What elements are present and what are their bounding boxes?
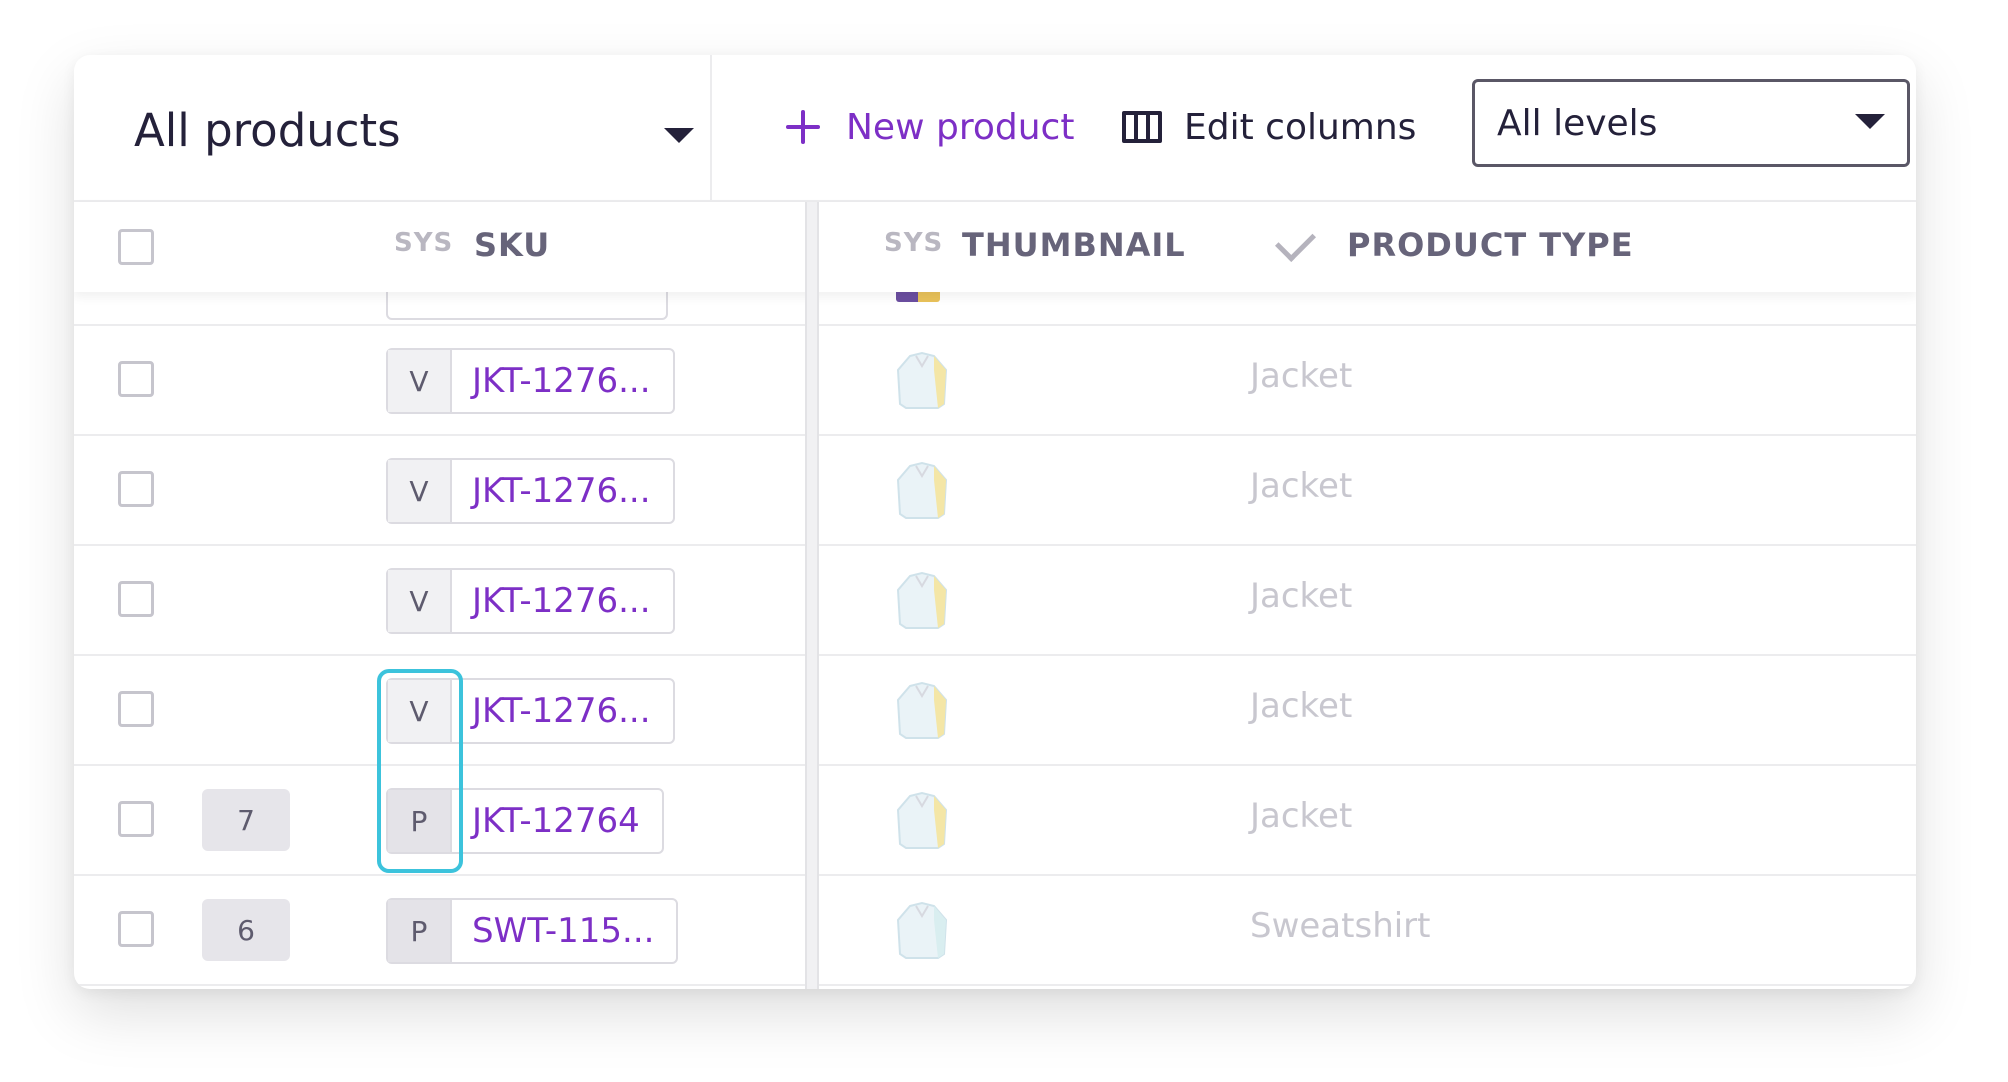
sku-level-tag: V [388, 460, 452, 522]
variant-count-badge: 6 [202, 899, 290, 961]
sku-code[interactable]: JKT-1276... [452, 350, 673, 412]
jacket-thumbnail-icon [896, 681, 948, 739]
jacket-thumbnail-icon [896, 461, 948, 519]
product-thumbnail [896, 292, 940, 302]
jacket-thumbnail-icon [896, 901, 948, 959]
level-filter-dropdown[interactable]: All levels [1472, 79, 1910, 167]
sku-code[interactable]: JKT-12764 [452, 790, 662, 852]
edit-columns-label: Edit columns [1184, 106, 1417, 148]
jacket-thumbnail-icon [896, 791, 948, 849]
sku-level-tag: V [388, 570, 452, 632]
sku-level-tag: P [388, 790, 452, 852]
table-row[interactable]: V JKT-1276... Jacket [74, 546, 1916, 656]
toolbar-divider [710, 55, 712, 200]
product-type-cell: Jacket [1250, 466, 1353, 506]
product-type-cell: Jacket [1250, 686, 1353, 726]
product-type-cell: Sweatshirt [1250, 906, 1431, 946]
sku-code[interactable]: JKT-1276... [452, 460, 673, 522]
table-row[interactable]: 7 P JKT-12764 Jacket [74, 766, 1916, 876]
table-row[interactable]: V JKT-1276... Jacket [74, 436, 1916, 546]
sku-code[interactable]: SWT-115... [452, 900, 676, 962]
chevron-down-icon [1855, 114, 1885, 129]
frozen-column-divider[interactable] [805, 202, 819, 989]
new-product-label: New product [846, 106, 1075, 148]
sku-level-tag: V [388, 350, 452, 412]
select-all-checkbox[interactable] [118, 229, 154, 265]
sku-cell[interactable]: V JKT-1276... [386, 568, 675, 634]
sku-column-header[interactable]: SKU [474, 226, 550, 264]
sku-cell[interactable]: P SWT-115... [386, 898, 679, 964]
new-product-button[interactable]: New product [786, 95, 1074, 159]
row-checkbox[interactable] [118, 911, 154, 947]
sku-level-tag: V [388, 680, 452, 742]
chevron-down-icon [664, 128, 694, 143]
row-checkbox[interactable] [118, 801, 154, 837]
jacket-thumbnail-icon [896, 351, 948, 409]
sku-cell[interactable]: V JKT-1276... [386, 458, 675, 524]
product-type-column-header[interactable]: PRODUCT TYPE [1347, 226, 1634, 264]
sku-sys-tag: SYS [394, 228, 454, 258]
row-checkbox[interactable] [118, 691, 154, 727]
sku-cell[interactable]: V JKT-1276... [386, 348, 675, 414]
row-checkbox[interactable] [118, 471, 154, 507]
level-filter-value: All levels [1497, 102, 1658, 144]
product-table-card: All products New product Edit columns Al… [74, 55, 1916, 989]
columns-icon [1122, 111, 1162, 143]
sku-cell[interactable]: V JKT-1276... [386, 678, 675, 744]
table-row[interactable]: V JKT-1276... Jacket [74, 656, 1916, 766]
catalog-title: All products [134, 103, 401, 157]
partial-table-row [74, 262, 1916, 326]
sku-level-tag: P [388, 900, 452, 962]
product-type-cell: Jacket [1250, 576, 1353, 616]
row-checkbox[interactable] [118, 361, 154, 397]
plus-icon [786, 110, 820, 144]
edit-columns-button[interactable]: Edit columns [1122, 95, 1416, 159]
product-type-cell: Jacket [1250, 796, 1353, 836]
jacket-thumbnail-icon [896, 571, 948, 629]
row-checkbox[interactable] [118, 581, 154, 617]
variant-count-badge: 7 [202, 789, 290, 851]
sku-cell[interactable]: P JKT-12764 [386, 788, 664, 854]
checkmark-icon [1274, 220, 1317, 263]
sku-code[interactable]: JKT-1276... [452, 570, 673, 632]
table-row[interactable]: V JKT-1276... Jacket [74, 326, 1916, 436]
column-header-row: SYS SKU SYS THUMBNAIL PRODUCT TYPE [74, 202, 1916, 292]
toolbar: All products New product Edit columns Al… [74, 55, 1916, 202]
thumbnail-sys-tag: SYS [884, 228, 944, 258]
catalog-dropdown[interactable]: All products [134, 85, 694, 175]
thumbnail-column-header[interactable]: THUMBNAIL [962, 226, 1186, 264]
table-row[interactable]: 6 P SWT-115... Sweatshirt [74, 876, 1916, 986]
product-type-cell: Jacket [1250, 356, 1353, 396]
sku-code[interactable]: JKT-1276... [452, 680, 673, 742]
